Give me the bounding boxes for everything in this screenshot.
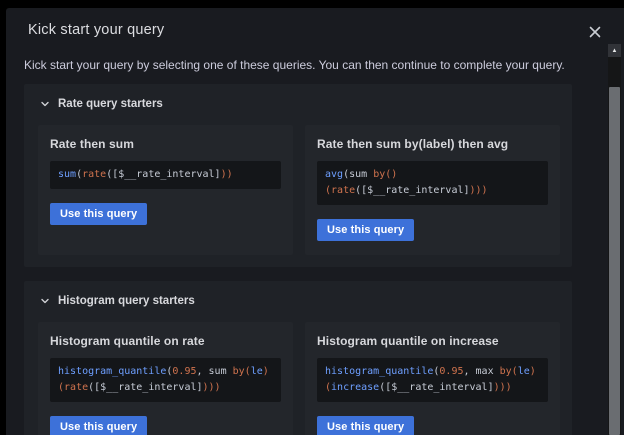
query-starter-section: Histogram query starters Histogram quant… — [24, 281, 572, 435]
code-token: 0.95 — [439, 366, 463, 377]
code-line: sum(rate([$__rate_interval])) — [58, 167, 273, 183]
modal-description: Kick start your query by selecting one o… — [24, 56, 567, 75]
code-token: rate — [64, 382, 88, 393]
code-token: sum — [58, 169, 76, 180]
code-token: by — [233, 366, 245, 377]
cards-row: Rate then sum sum(rate([$__rate_interval… — [38, 125, 560, 255]
use-this-query-button[interactable]: Use this query — [50, 203, 147, 225]
cards-row: Histogram quantile on rate histogram_qua… — [38, 322, 560, 435]
code-token: ([$__rate_interval] — [106, 169, 220, 180]
query-card: Histogram quantile on increase histogram… — [305, 322, 560, 435]
chevron-down-icon — [40, 99, 50, 109]
card-title: Histogram quantile on rate — [50, 334, 281, 348]
section-label: Histogram query starters — [58, 295, 195, 307]
code-token: by — [500, 366, 512, 377]
code-token: histogram_quantile — [325, 366, 433, 377]
code-token: ) — [263, 366, 269, 377]
close-icon — [588, 27, 602, 42]
code-token: , sum — [197, 366, 233, 377]
query-card: Rate then sum sum(rate([$__rate_interval… — [38, 125, 293, 255]
query-card: Histogram quantile on rate histogram_qua… — [38, 322, 293, 435]
modal-title: Kick start your query — [28, 22, 164, 38]
code-token: sum — [349, 169, 373, 180]
code-token: ))) — [470, 185, 488, 196]
code-token: increase — [331, 382, 379, 393]
code-token: ([$__rate_interval] — [355, 185, 469, 196]
card-title: Rate then sum by(label) then avg — [317, 137, 548, 151]
code-token: rate — [331, 185, 355, 196]
code-token: rate — [82, 169, 106, 180]
section-header[interactable]: Rate query starters — [38, 96, 560, 112]
code-token: ([$__rate_interval] — [88, 382, 202, 393]
use-this-query-button[interactable]: Use this query — [50, 416, 147, 435]
section-header[interactable]: Histogram query starters — [38, 293, 560, 309]
code-token: by — [373, 169, 385, 180]
scrollbar[interactable]: ▲ — [608, 44, 621, 435]
card-title: Histogram quantile on increase — [317, 334, 548, 348]
code-block: histogram_quantile(0.95, max by(le)(incr… — [317, 358, 548, 402]
scroll-up-arrow-icon: ▲ — [612, 48, 618, 54]
sections-container: Rate query starters Rate then sum sum(ra… — [24, 84, 572, 435]
code-block: sum(rate([$__rate_interval])) — [50, 161, 281, 189]
code-token: avg — [325, 169, 343, 180]
section-label: Rate query starters — [58, 98, 163, 110]
code-token: , max — [464, 366, 500, 377]
code-block: histogram_quantile(0.95, sum by(le)(rate… — [50, 358, 281, 402]
use-this-query-button[interactable]: Use this query — [317, 416, 414, 435]
code-token: )) — [221, 169, 233, 180]
code-token: ))) — [494, 382, 512, 393]
code-token: 0.95 — [172, 366, 196, 377]
code-line: (rate([$__rate_interval]))) — [58, 380, 273, 396]
scrollbar-thumb[interactable] — [609, 87, 620, 435]
chevron-down-icon — [40, 296, 50, 306]
code-token: le — [518, 366, 530, 377]
code-token: ([$__rate_interval] — [379, 382, 493, 393]
close-button[interactable] — [586, 23, 604, 41]
scroll-up-button[interactable]: ▲ — [608, 44, 621, 57]
query-starter-section: Rate query starters Rate then sum sum(ra… — [24, 84, 572, 267]
code-line: (rate([$__rate_interval]))) — [325, 183, 540, 199]
query-card: Rate then sum by(label) then avg avg(sum… — [305, 125, 560, 255]
code-line: (increase([$__rate_interval]))) — [325, 380, 540, 396]
code-token: () — [385, 169, 397, 180]
modal-header: Kick start your query — [6, 22, 624, 41]
code-line: histogram_quantile(0.95, sum by(le) — [58, 364, 273, 380]
code-block: avg(sum by()(rate([$__rate_interval]))) — [317, 161, 548, 205]
code-token: le — [251, 366, 263, 377]
code-line: histogram_quantile(0.95, max by(le) — [325, 364, 540, 380]
code-token: histogram_quantile — [58, 366, 166, 377]
card-title: Rate then sum — [50, 137, 281, 151]
code-line: avg(sum by() — [325, 167, 540, 183]
code-token: ))) — [203, 382, 221, 393]
use-this-query-button[interactable]: Use this query — [317, 219, 414, 241]
code-token: ) — [530, 366, 536, 377]
kickstart-query-modal: Kick start your query Kick start your qu… — [6, 8, 624, 435]
